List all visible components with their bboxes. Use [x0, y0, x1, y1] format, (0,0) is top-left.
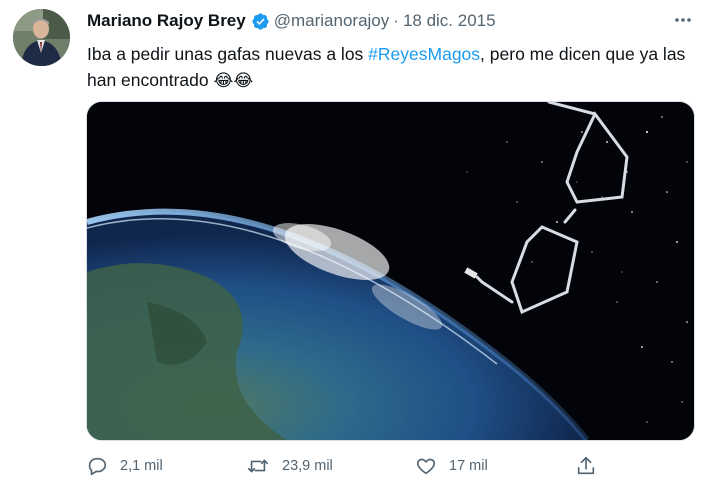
- header-separator: ·: [393, 11, 399, 30]
- tweet-text-part-1: Iba a pedir unas gafas nuevas a los: [87, 44, 369, 64]
- retweet-icon: [246, 455, 270, 477]
- retweet-count: 23,9 mil: [282, 458, 333, 474]
- tears-of-joy-emoji: 😂😂: [213, 71, 254, 90]
- share-button[interactable]: [575, 455, 597, 477]
- tweet-text: Iba a pedir unas gafas nuevas a los #Rey…: [87, 41, 697, 94]
- tweet-date[interactable]: 18 dic. 2015: [403, 11, 496, 31]
- like-button[interactable]: 17 mil: [415, 455, 488, 477]
- retweet-button[interactable]: 23,9 mil: [246, 455, 333, 477]
- author-name[interactable]: Mariano Rajoy Brey: [87, 11, 246, 31]
- verified-badge-icon: [251, 12, 270, 31]
- share-icon: [575, 455, 597, 477]
- tweet-header: Mariano Rajoy Brey @marianorajoy · 18 di…: [87, 10, 496, 32]
- tweet-image[interactable]: [86, 101, 695, 441]
- avatar[interactable]: [13, 9, 70, 66]
- reply-icon: [86, 455, 108, 477]
- reply-button[interactable]: 2,1 mil: [86, 455, 163, 477]
- author-handle[interactable]: @marianorajoy: [274, 11, 390, 31]
- hashtag-link[interactable]: #ReyesMagos: [368, 44, 480, 64]
- heart-icon: [415, 455, 437, 477]
- reply-count: 2,1 mil: [120, 458, 163, 474]
- like-count: 17 mil: [449, 458, 488, 474]
- tweet-actions: 2,1 mil 23,9 mil 17 mil: [86, 455, 606, 479]
- earth-glasses-illustration: [87, 102, 694, 440]
- more-options-icon[interactable]: [673, 10, 693, 30]
